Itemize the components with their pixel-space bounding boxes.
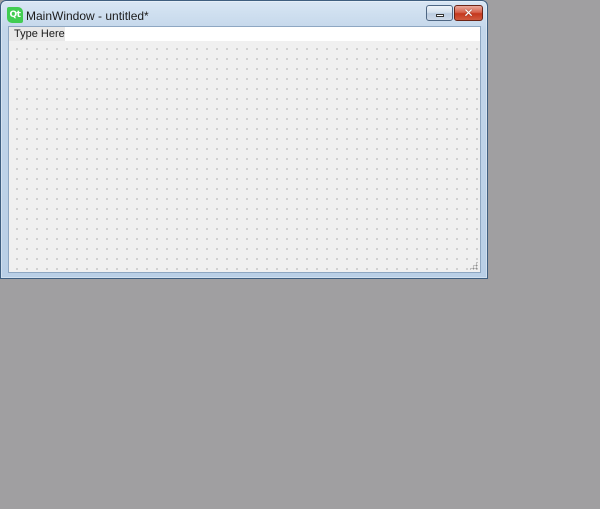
main-window[interactable]: Qt MainWindow - untitled* ✕ Type Here [0, 0, 488, 279]
minimize-button[interactable] [426, 5, 453, 21]
title-bar[interactable]: Qt MainWindow - untitled* ✕ [1, 1, 487, 27]
size-grip-icon[interactable] [469, 261, 478, 270]
menu-bar: Type Here [9, 27, 480, 41]
window-title: MainWindow - untitled* [26, 9, 149, 23]
close-icon: ✕ [463, 6, 474, 20]
menu-item-type-here[interactable]: Type Here [9, 27, 65, 41]
form-client-area: Type Here [8, 26, 481, 273]
qt-logo-icon: Qt [7, 7, 23, 23]
design-grid-canvas[interactable] [9, 41, 480, 272]
minimize-icon [436, 14, 444, 17]
close-button[interactable]: ✕ [454, 5, 483, 21]
